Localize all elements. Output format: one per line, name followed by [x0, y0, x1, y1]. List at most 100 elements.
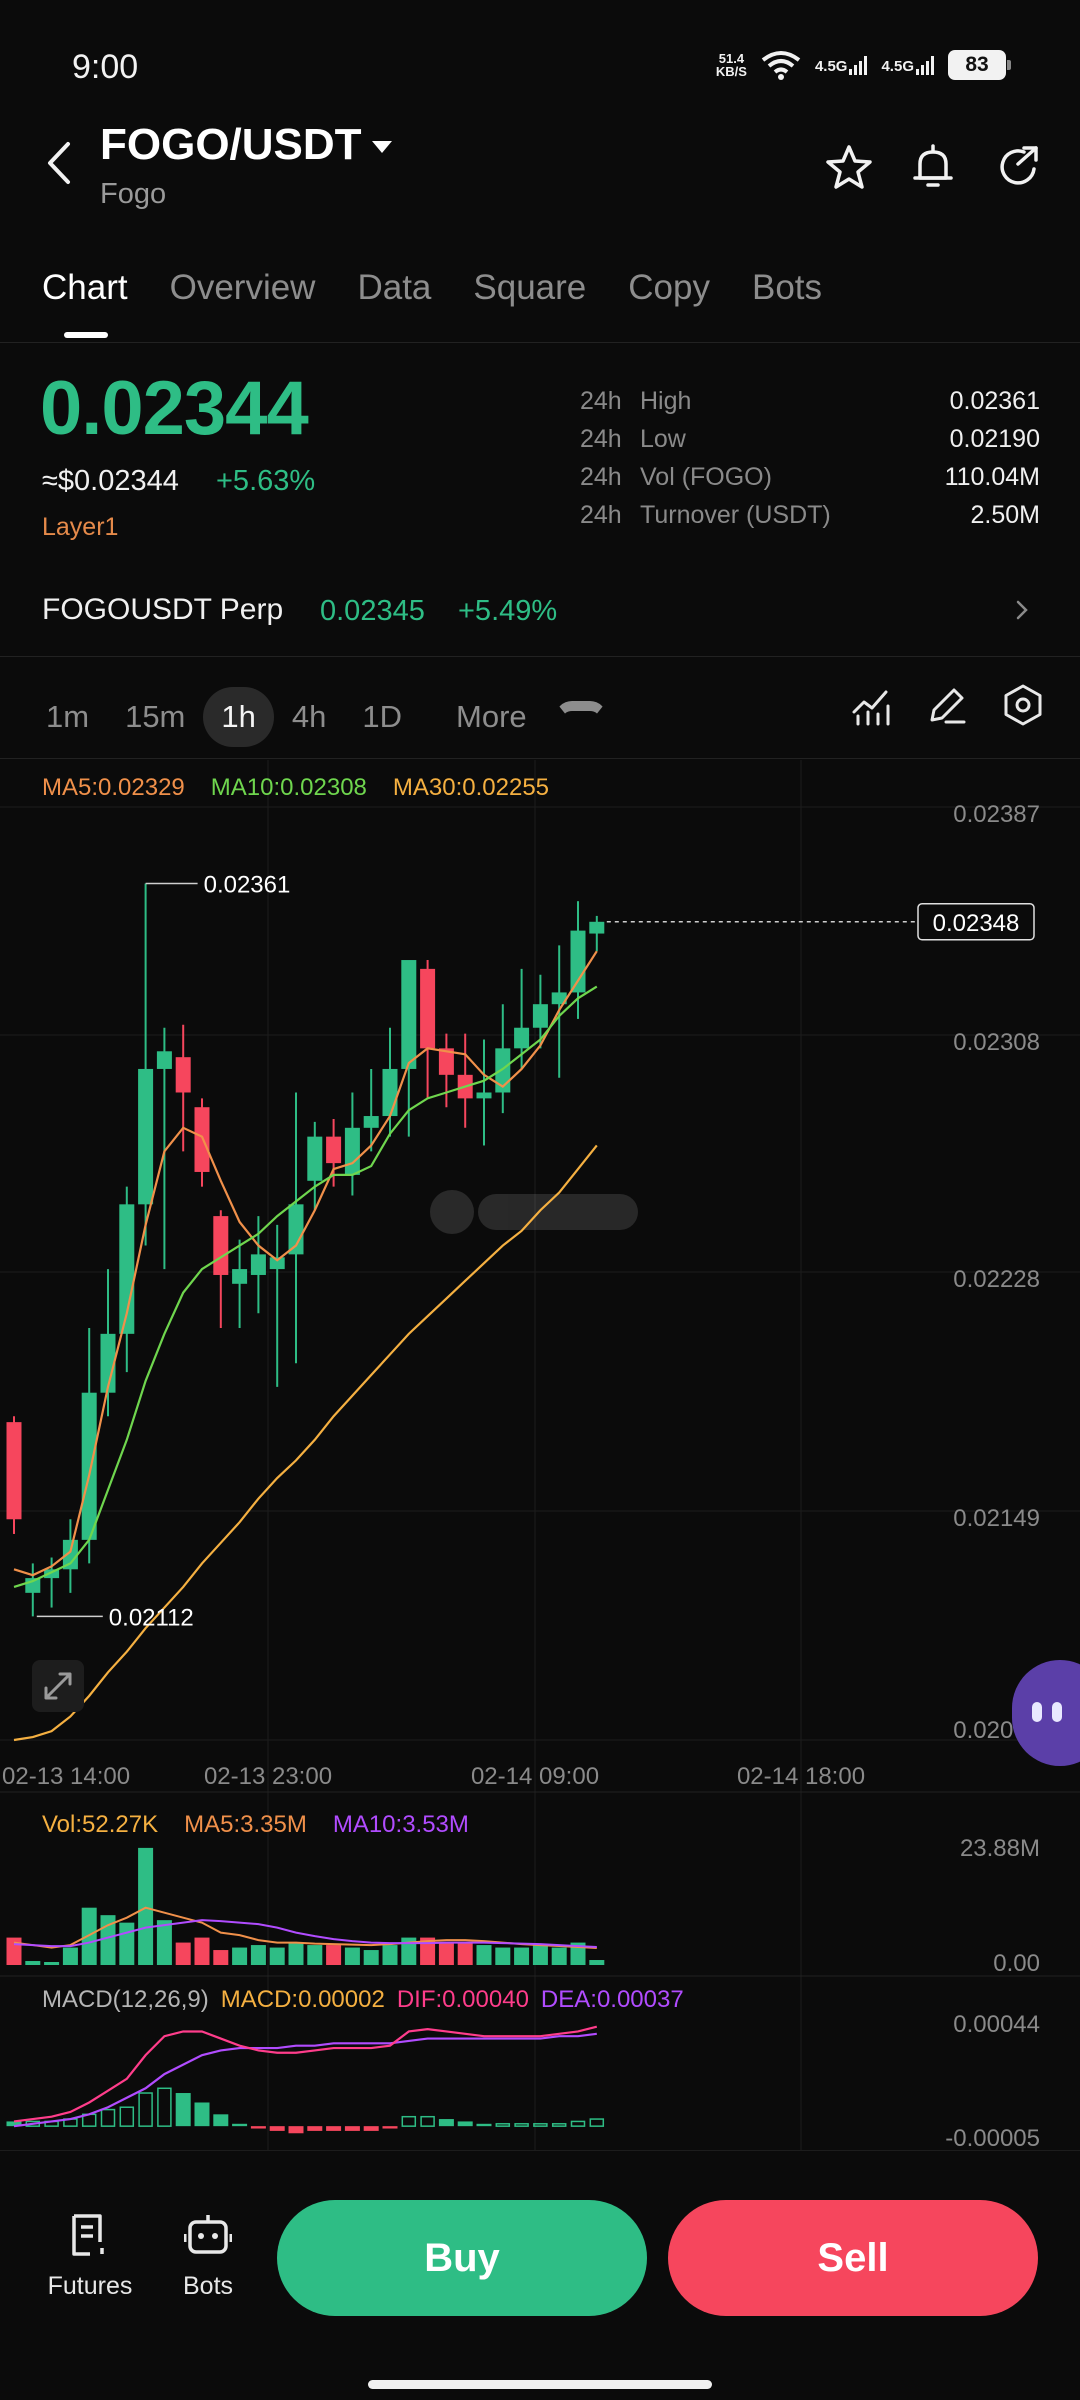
volume-bar [250, 1945, 266, 1965]
candle-up [307, 1136, 323, 1181]
candle-up [344, 1127, 360, 1175]
volume-bar [213, 1950, 229, 1965]
candle-down [175, 1057, 191, 1093]
coin-name: Fogo [100, 178, 167, 210]
buy-button[interactable]: Buy [277, 2200, 647, 2316]
ma5-label: MA5:0.02329 [42, 774, 185, 801]
volume-bar [495, 1947, 511, 1965]
tab-overview[interactable]: Overview [170, 268, 316, 308]
volume-axis-label: 0.00 [993, 1950, 1040, 1977]
dropdown-caret-icon [554, 701, 607, 735]
interval-1d[interactable]: 1D [344, 687, 420, 747]
indicator-icon[interactable] [848, 682, 894, 728]
star-icon[interactable] [824, 142, 874, 192]
perp-change: +5.49% [458, 595, 558, 627]
interval-1m[interactable]: 1m [28, 687, 107, 747]
interval-1h[interactable]: 1h [203, 687, 274, 747]
status-icons: 51.4 KB/S 4.5G 4.5G 83 [716, 50, 1011, 80]
home-indicator[interactable] [368, 2380, 712, 2389]
tab-bots[interactable]: Bots [752, 268, 822, 308]
volume-bar [44, 1962, 60, 1965]
macd-hist-bar [250, 2126, 266, 2129]
macd-hist-bar [589, 2118, 605, 2127]
chevron-right-icon[interactable] [1012, 598, 1032, 622]
macd-hist-bar [288, 2126, 304, 2134]
volume-bar [288, 1942, 304, 1965]
sell-button[interactable]: Sell [668, 2200, 1038, 2316]
price-axis-label: 0.02308 [953, 1029, 1040, 1056]
share-icon[interactable] [994, 142, 1044, 192]
signal-icon: 4.5G [881, 55, 934, 75]
ma5-line [13, 950, 598, 1577]
category-tag[interactable]: Layer1 [42, 513, 118, 542]
tab-chart[interactable]: Chart [42, 268, 128, 308]
tab-data[interactable]: Data [357, 268, 431, 308]
volume-bar [363, 1950, 379, 1965]
volume-bar [269, 1947, 285, 1965]
interval-selector: 1m 15m 1h 4h 1D More [28, 675, 625, 759]
macd-hist-bar [232, 2123, 248, 2127]
expand-icon [44, 1672, 72, 1700]
back-icon[interactable] [40, 138, 80, 188]
pair-selector[interactable]: FOGO/USDT [100, 120, 392, 170]
stats-table: 24h High 0.02361 24h Low 0.02190 24h Vol… [580, 382, 1040, 534]
candle-up [401, 960, 417, 1069]
candle-up [156, 1051, 172, 1069]
candlestick-chart[interactable]: 0.023870.023080.022280.021490.02070 02-1… [0, 758, 1080, 2150]
time-axis-label: 02-13 14:00 [2, 1763, 130, 1790]
stat-low: 24h Low 0.02190 [580, 424, 1040, 453]
futures-nav[interactable]: Futures [30, 2212, 150, 2301]
volume-bar [344, 1947, 360, 1965]
bot-icon [184, 2215, 232, 2254]
macd-value-label: MACD:0.00002 [220, 1986, 385, 2013]
interval-more[interactable]: More [420, 675, 625, 759]
macd-axis-label: 0.00044 [953, 2011, 1040, 2038]
volume-bar [232, 1947, 248, 1965]
candle-up [532, 1004, 548, 1028]
volume-bar [156, 1920, 172, 1965]
vol-label: Vol:52.27K [42, 1811, 159, 1838]
wifi-icon [761, 51, 801, 80]
macd-axis: 0.00044 -0.00005 [945, 2011, 1040, 2150]
macd-hist-bar [401, 2115, 417, 2127]
candle-up [514, 1027, 530, 1049]
draw-icon[interactable] [924, 682, 970, 728]
divider [0, 656, 1080, 657]
time-axis: 02-13 14:00 02-13 23:00 02-14 09:00 02-14 1… [2, 1763, 865, 1790]
ma-legend: MA5:0.02329 MA10:0.02308 MA30:0.02255 [42, 774, 549, 802]
perp-link[interactable]: FOGOUSDT Perp [42, 593, 283, 627]
volume-bar [551, 1947, 567, 1965]
price-axis-label: 0.02228 [953, 1266, 1040, 1293]
candle-down [326, 1136, 342, 1164]
volume-bar [326, 1945, 342, 1965]
macd-hist-bar [100, 2108, 116, 2127]
macd-hist-bar [363, 2126, 379, 2131]
volume-bar [175, 1942, 191, 1965]
status-time: 9:00 [72, 48, 139, 86]
watermark-logo [430, 1190, 638, 1234]
volume-bar [514, 1947, 530, 1965]
bell-icon[interactable] [908, 142, 958, 192]
macd-hist-bar [551, 2123, 567, 2127]
macd-hist-bar [213, 2114, 229, 2127]
settings-icon[interactable] [1000, 682, 1046, 728]
volume-bar [476, 1945, 492, 1965]
macd-hist-bar [194, 2102, 210, 2127]
expand-chart-button[interactable] [32, 1660, 84, 1712]
interval-4h[interactable]: 4h [274, 687, 344, 747]
macd-hist-bar [420, 2115, 435, 2127]
macd-panel [6, 2025, 605, 2134]
last-price: 0.02344 [40, 366, 309, 451]
tab-copy[interactable]: Copy [628, 268, 710, 308]
tab-square[interactable]: Square [473, 268, 586, 308]
candle-up [570, 930, 586, 993]
time-axis-label: 02-14 18:00 [737, 1763, 865, 1790]
tab-bar: Chart Overview Data Square Copy Bots [42, 268, 822, 308]
macd-hist-bar [514, 2123, 529, 2127]
macd-axis-label: -0.00005 [945, 2125, 1040, 2150]
bots-nav[interactable]: Bots [148, 2212, 268, 2301]
interval-15m[interactable]: 15m [107, 687, 203, 747]
candle-down [194, 1107, 210, 1172]
volume-axis-label: 23.88M [960, 1835, 1040, 1862]
macd-hist-bar [570, 2120, 586, 2127]
